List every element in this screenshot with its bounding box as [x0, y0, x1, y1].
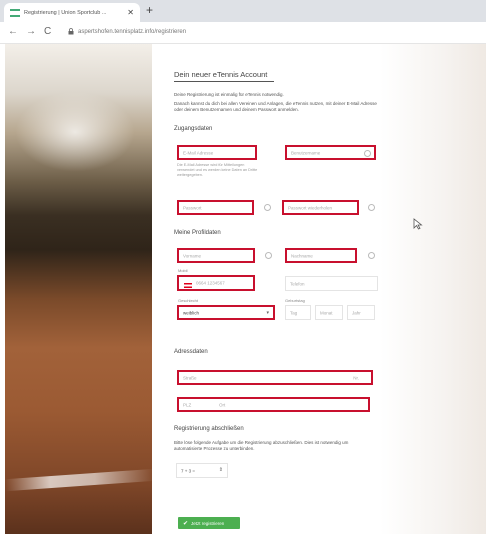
- new-tab-button[interactable]: +: [146, 3, 153, 17]
- austria-flag-icon: [184, 283, 192, 288]
- title-underline: [174, 81, 274, 82]
- zip-placeholder: PLZ: [183, 402, 192, 407]
- gender-select[interactable]: weiblich ▾: [177, 305, 275, 320]
- day-placeholder: Tag: [290, 310, 298, 315]
- phone-placeholder: Telefon: [290, 281, 305, 286]
- address-bar: ← → C aspertshofen.tennisplatz.info/regi…: [0, 22, 486, 44]
- city-placeholder: Ort: [219, 402, 226, 407]
- info-icon[interactable]: [368, 252, 375, 259]
- register-button-label: Jetzt registrieren: [191, 520, 225, 526]
- mobile-label: Mobil: [178, 268, 188, 273]
- intro-text-2: Danach kannst du dich bei allen Vereinen…: [174, 101, 377, 112]
- url-field[interactable]: aspertshofen.tennisplatz.info/registrier…: [78, 29, 186, 35]
- password-repeat-field[interactable]: Passwort wiederholen: [282, 200, 359, 215]
- email-field[interactable]: E-Mail Adresse: [177, 145, 257, 160]
- check-icon: ✔: [183, 520, 189, 527]
- tab-title: Registrierung | Union Sportclub ...: [24, 9, 107, 16]
- tennis-court-photo: [5, 44, 152, 534]
- mobile-placeholder: 0664 1234567: [196, 280, 225, 286]
- email-hint: Die E-Mail Adresse wird für Mitteilungen…: [177, 163, 258, 177]
- year-placeholder: Jahr: [352, 310, 361, 315]
- section-profile-heading: Meine Profildaten: [174, 230, 221, 236]
- captcha-question: 7 + 3 =: [181, 468, 196, 473]
- lock-icon: [68, 28, 74, 35]
- captcha-field[interactable]: 7 + 3 = ⇕: [176, 463, 228, 478]
- intro-text-1: Deine Registrierung ist einmalig für eTe…: [174, 92, 284, 97]
- browser-tab-bar: Registrierung | Union Sportclub ... ✕ +: [0, 0, 486, 22]
- background-image: [380, 44, 486, 534]
- register-button[interactable]: ✔ Jetzt registrieren: [178, 517, 240, 529]
- phone-field[interactable]: Telefon: [285, 276, 378, 291]
- month-placeholder: Monat: [320, 310, 333, 315]
- stepper-icon: ⇕: [218, 467, 223, 473]
- password-field[interactable]: Passwort: [177, 200, 254, 215]
- info-icon[interactable]: [265, 252, 272, 259]
- birth-day-field[interactable]: Tag: [285, 305, 311, 320]
- mouse-cursor-icon: [413, 218, 423, 230]
- lastname-field[interactable]: Nachname: [285, 248, 357, 263]
- gender-label: Geschlecht: [178, 298, 199, 303]
- mobile-field[interactable]: 0664 1234567: [177, 275, 255, 291]
- street-field[interactable]: Straße Nr.: [177, 370, 373, 385]
- browser-tab[interactable]: Registrierung | Union Sportclub ... ✕: [4, 3, 140, 22]
- info-icon[interactable]: [264, 204, 271, 211]
- close-tab-icon[interactable]: ✕: [127, 8, 134, 17]
- birth-month-field[interactable]: Monat: [315, 305, 343, 320]
- info-icon[interactable]: [368, 204, 375, 211]
- zip-city-field[interactable]: PLZ Ort: [177, 397, 370, 412]
- birthdate-label: Geburtstag: [285, 298, 305, 303]
- page-title: Dein neuer eTennis Account: [174, 70, 268, 79]
- club-favicon-icon: [10, 8, 20, 17]
- username-field[interactable]: Benutzername: [285, 145, 376, 160]
- username-placeholder: Benutzername: [291, 150, 321, 155]
- section-address-heading: Adressdaten: [174, 349, 208, 355]
- info-icon[interactable]: [364, 150, 371, 157]
- email-placeholder: E-Mail Adresse: [183, 150, 214, 155]
- firstname-placeholder: Vorname: [183, 253, 202, 258]
- chevron-down-icon: ▾: [266, 310, 269, 316]
- gender-value: weiblich: [183, 310, 200, 315]
- street-placeholder: Straße: [183, 375, 197, 380]
- birth-year-field[interactable]: Jahr: [347, 305, 375, 320]
- finish-text: Bitte löse folgende Aufgabe um die Regis…: [174, 440, 349, 451]
- password-repeat-placeholder: Passwort wiederholen: [288, 205, 333, 210]
- reload-icon[interactable]: C: [44, 26, 51, 37]
- lastname-placeholder: Nachname: [291, 253, 313, 258]
- firstname-field[interactable]: Vorname: [177, 248, 255, 263]
- back-arrow-icon[interactable]: ←: [8, 26, 18, 37]
- forward-arrow-icon[interactable]: →: [26, 26, 36, 37]
- password-placeholder: Passwort: [183, 205, 202, 210]
- section-access-heading: Zugangsdaten: [174, 126, 213, 132]
- housenumber-placeholder: Nr.: [353, 375, 359, 380]
- section-finish-heading: Registrierung abschließen: [174, 426, 244, 432]
